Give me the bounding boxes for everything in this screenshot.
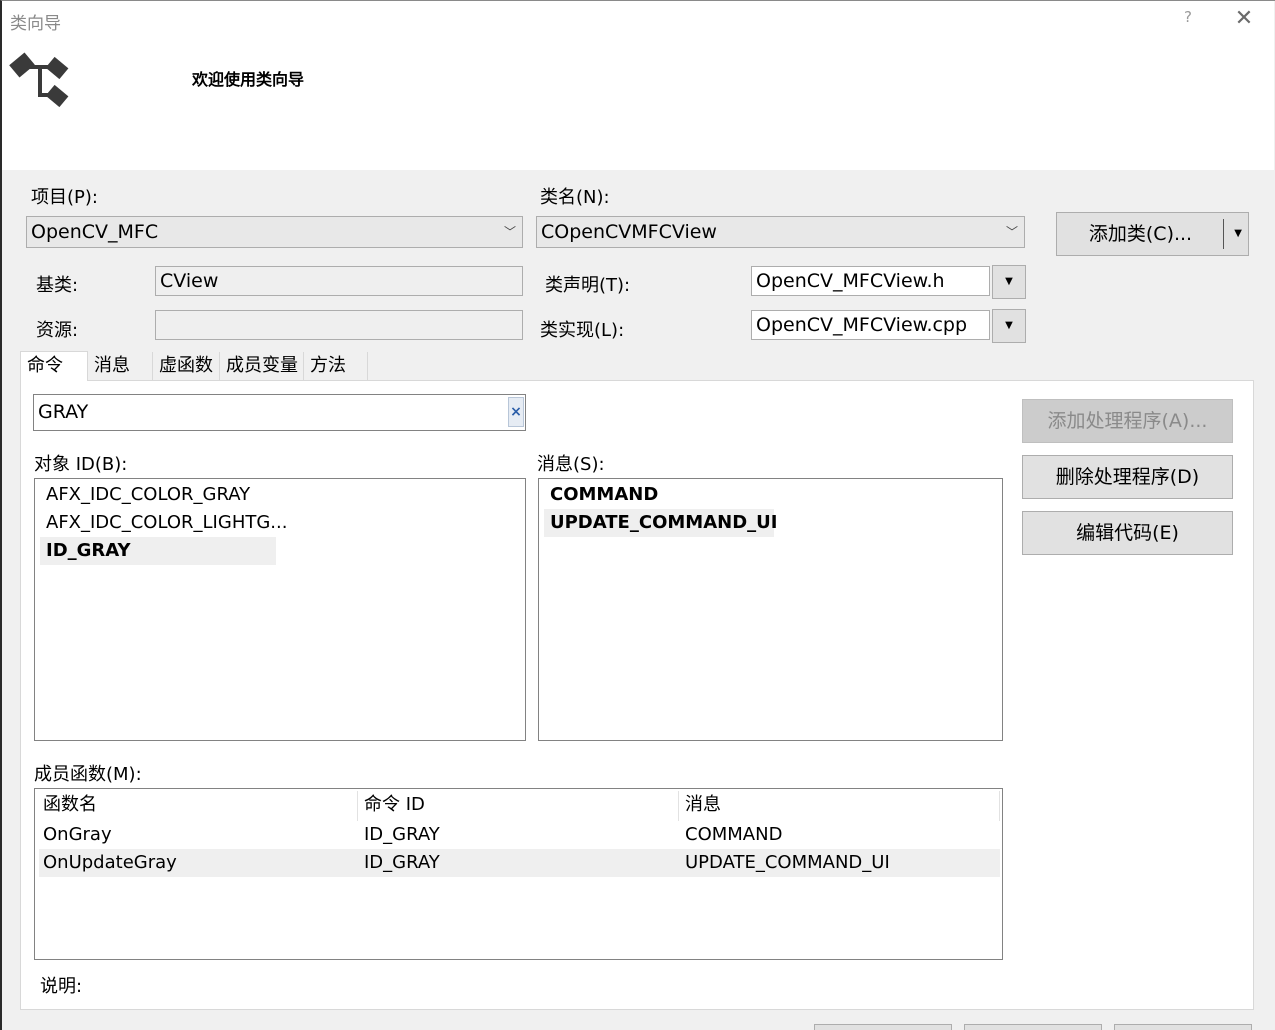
add-class-label: 添加类(C)...: [1088, 223, 1193, 245]
base-class-field: CView: [155, 266, 523, 296]
grid-header: 函数名 命令 ID 消息: [35, 791, 1000, 821]
messages-list[interactable]: COMMAND UPDATE_COMMAND_UI: [538, 478, 1003, 741]
classname-value: COpenCVMFCView: [541, 221, 717, 243]
list-item[interactable]: AFX_IDC_COLOR_GRAY: [40, 481, 280, 509]
help-button[interactable]: ?: [1178, 8, 1198, 30]
table-cell: OnUpdateGray: [43, 852, 177, 873]
column-header-command-id[interactable]: 命令 ID: [358, 791, 425, 819]
messages-label: 消息(S):: [537, 454, 605, 475]
object-id-label: 对象 ID(B):: [34, 454, 128, 475]
description-label: 说明:: [40, 976, 83, 997]
search-value: GRAY: [38, 401, 89, 423]
chevron-down-icon: ﹀: [1005, 225, 1018, 239]
edit-code-button[interactable]: 编辑代码(E): [1022, 511, 1233, 555]
resource-label: 资源:: [36, 320, 79, 341]
clear-search-icon[interactable]: ×: [508, 397, 524, 427]
window-title: 类向导: [10, 14, 61, 34]
table-cell: OnGray: [43, 824, 112, 845]
chevron-down-icon: ▼: [1005, 320, 1013, 331]
tab-commands[interactable]: 命令: [20, 351, 88, 381]
table-row[interactable]: OnUpdateGray ID_GRAY UPDATE_COMMAND_UI: [39, 849, 1000, 877]
add-handler-button[interactable]: 添加处理程序(A)...: [1022, 399, 1233, 443]
split-divider: [1223, 219, 1224, 249]
add-class-button[interactable]: 添加类(C)... ▼: [1056, 212, 1249, 256]
class-impl-label: 类实现(L):: [540, 320, 625, 341]
tab-messages[interactable]: 消息: [88, 352, 153, 380]
class-wizard-logo-icon: [9, 52, 69, 108]
table-cell: ID_GRAY: [364, 852, 440, 873]
class-decl-label: 类声明(T):: [545, 275, 631, 296]
base-class-label: 基类:: [36, 275, 79, 296]
apply-button[interactable]: [1114, 1024, 1252, 1030]
close-button[interactable]: ✕: [1233, 6, 1255, 32]
member-functions-label: 成员函数(M):: [34, 764, 142, 785]
column-header-message[interactable]: 消息: [679, 791, 721, 819]
table-cell: COMMAND: [685, 824, 783, 845]
class-decl-dropdown[interactable]: ▼: [992, 265, 1026, 299]
project-combo[interactable]: OpenCV_MFC ﹀: [26, 216, 523, 248]
dropdown-arrow-icon[interactable]: ▼: [1234, 213, 1242, 255]
table-row[interactable]: OnGray ID_GRAY COMMAND: [39, 821, 1000, 849]
project-label: 项目(P):: [31, 187, 98, 208]
class-decl-field[interactable]: OpenCV_MFCView.h: [751, 266, 990, 296]
classname-combo[interactable]: COpenCVMFCView ﹀: [536, 216, 1025, 248]
list-item[interactable]: ID_GRAY: [40, 537, 276, 565]
cancel-button[interactable]: [964, 1024, 1102, 1030]
table-cell: ID_GRAY: [364, 824, 440, 845]
ok-button[interactable]: [814, 1024, 952, 1030]
tab-methods[interactable]: 方法: [304, 352, 368, 380]
chevron-down-icon: ▼: [1005, 276, 1013, 287]
search-input[interactable]: GRAY ×: [33, 394, 526, 431]
column-header-function[interactable]: 函数名: [37, 791, 97, 819]
list-item[interactable]: AFX_IDC_COLOR_LIGHTG...: [40, 509, 287, 537]
table-cell: UPDATE_COMMAND_UI: [685, 852, 890, 873]
list-item[interactable]: UPDATE_COMMAND_UI: [544, 509, 777, 537]
resource-field: [155, 310, 523, 340]
project-value: OpenCV_MFC: [31, 221, 159, 243]
tab-virtual-functions[interactable]: 虚函数: [153, 352, 220, 380]
object-id-list[interactable]: AFX_IDC_COLOR_GRAY AFX_IDC_COLOR_LIGHTG.…: [34, 478, 526, 741]
delete-handler-button[interactable]: 删除处理程序(D): [1022, 455, 1233, 499]
class-impl-dropdown[interactable]: ▼: [992, 309, 1026, 343]
class-impl-field[interactable]: OpenCV_MFCView.cpp: [751, 310, 990, 340]
classname-label: 类名(N):: [540, 187, 610, 208]
member-functions-grid[interactable]: 函数名 命令 ID 消息 OnGray ID_GRAY COMMAND OnUp…: [34, 788, 1003, 960]
chevron-down-icon: ﹀: [503, 225, 516, 239]
column-divider[interactable]: [999, 791, 1000, 821]
welcome-text: 欢迎使用类向导: [192, 70, 305, 89]
list-item[interactable]: COMMAND: [544, 481, 774, 509]
tab-member-variables[interactable]: 成员变量: [220, 352, 304, 380]
